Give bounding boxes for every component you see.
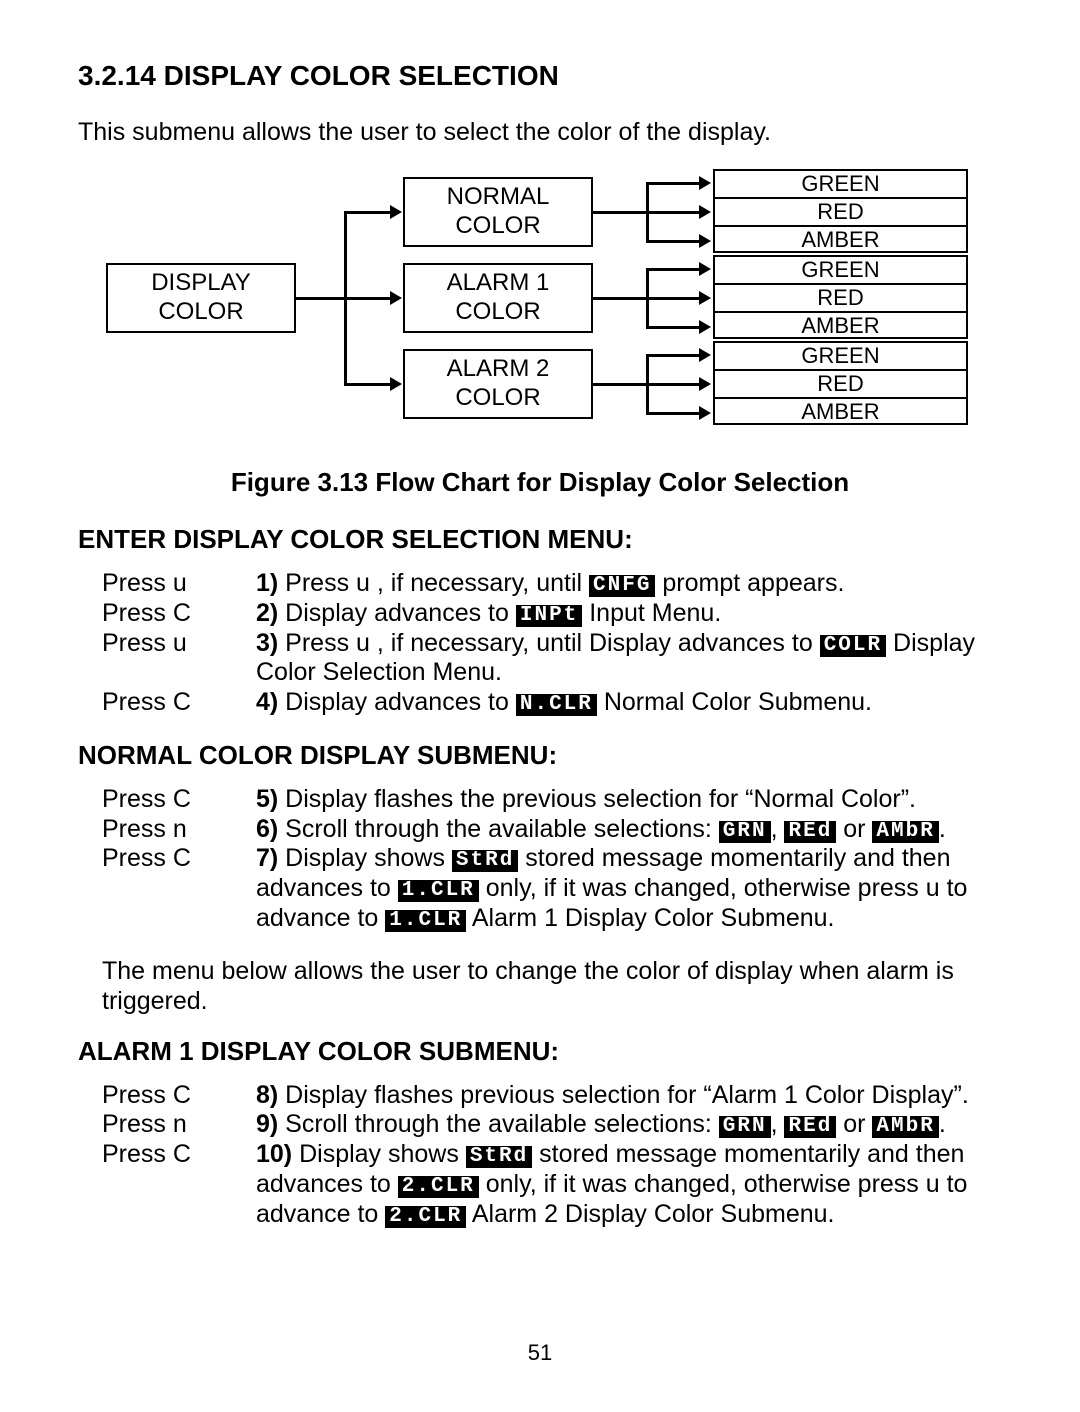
- step-number: 3): [256, 629, 278, 657]
- display-code: StRd: [466, 1146, 532, 1168]
- page-number: 51: [0, 1340, 1080, 1366]
- flow-opt: AMBER: [713, 225, 968, 253]
- step-row: Press C8) Display flashes previous selec…: [102, 1081, 1002, 1111]
- step-body: 9) Scroll through the available selectio…: [256, 1110, 1002, 1140]
- step-row: Press C2) Display advances to INPt Input…: [102, 599, 1002, 629]
- flow-chart: DISPLAY COLOR NORMALCOLOR ALARM 1COLOR A…: [78, 169, 1002, 459]
- step-number: 8): [256, 1081, 278, 1109]
- step-body: 10) Display shows StRd stored message mo…: [256, 1140, 1002, 1229]
- flow-opt: RED: [713, 369, 968, 397]
- step-number: 7): [256, 844, 278, 872]
- menu3-steps: Press C8) Display flashes previous selec…: [102, 1081, 1002, 1230]
- flow-root-line1: DISPLAY: [108, 269, 294, 298]
- step-row: Press C10) Display shows StRd stored mes…: [102, 1140, 1002, 1229]
- step-number: 9): [256, 1110, 278, 1138]
- display-code: INPt: [516, 605, 582, 627]
- step-key: Press u: [102, 569, 256, 599]
- display-code: N.CLR: [516, 694, 597, 716]
- menu2-heading: NORMAL COLOR DISPLAY SUBMENU:: [78, 740, 1002, 771]
- display-code: GRN: [719, 821, 771, 843]
- flow-root-line2: COLOR: [108, 298, 294, 327]
- step-body: 3) Press u , if necessary, until Display…: [256, 629, 1002, 689]
- flow-opt: GREEN: [713, 341, 968, 369]
- step-number: 5): [256, 785, 278, 813]
- display-code: StRd: [452, 850, 518, 872]
- step-key: Press n: [102, 815, 256, 845]
- step-body: 2) Display advances to INPt Input Menu.: [256, 599, 1002, 629]
- menu1-steps: Press u1) Press u , if necessary, until …: [102, 569, 1002, 718]
- step-row: Press C7) Display shows StRd stored mess…: [102, 844, 1002, 933]
- step-number: 2): [256, 599, 278, 627]
- section-heading: DISPLAY COLOR SELECTION: [164, 60, 559, 91]
- step-number: 10): [256, 1140, 292, 1168]
- note-text: The menu below allows the user to change…: [102, 956, 1002, 1016]
- section-title: 3.2.14 DISPLAY COLOR SELECTION: [78, 60, 1002, 92]
- menu3-heading: ALARM 1 DISPLAY COLOR SUBMENU:: [78, 1036, 1002, 1067]
- display-code: 1.CLR: [398, 880, 479, 902]
- display-code: 1.CLR: [385, 910, 466, 932]
- flow-branch-normal: NORMALCOLOR: [403, 177, 593, 247]
- step-row: Press u1) Press u , if necessary, until …: [102, 569, 1002, 599]
- step-row: Press n6) Scroll through the available s…: [102, 815, 1002, 845]
- step-body: 8) Display flashes previous selection fo…: [256, 1081, 1002, 1111]
- step-row: Press n9) Scroll through the available s…: [102, 1110, 1002, 1140]
- step-key: Press C: [102, 785, 256, 815]
- display-code: REd: [784, 821, 836, 843]
- step-body: 4) Display advances to N.CLR Normal Colo…: [256, 688, 1002, 718]
- step-key: Press u: [102, 629, 256, 689]
- step-row: Press C4) Display advances to N.CLR Norm…: [102, 688, 1002, 718]
- step-key: Press C: [102, 599, 256, 629]
- display-code: REd: [784, 1116, 836, 1138]
- flow-options-normal: GREEN RED AMBER: [713, 169, 968, 253]
- menu1-heading: ENTER DISPLAY COLOR SELECTION MENU:: [78, 524, 1002, 555]
- figure-caption: Figure 3.13 Flow Chart for Display Color…: [78, 467, 1002, 498]
- step-key: Press C: [102, 688, 256, 718]
- display-code: 2.CLR: [385, 1206, 466, 1228]
- step-body: 7) Display shows StRd stored message mom…: [256, 844, 1002, 933]
- step-body: 5) Display flashes the previous selectio…: [256, 785, 1002, 815]
- flow-opt: RED: [713, 197, 968, 225]
- display-code: 2.CLR: [398, 1176, 479, 1198]
- step-body: 1) Press u , if necessary, until CNFG pr…: [256, 569, 1002, 599]
- flow-opt: GREEN: [713, 169, 968, 197]
- menu2-steps: Press C5) Display flashes the previous s…: [102, 785, 1002, 934]
- step-key: Press n: [102, 1110, 256, 1140]
- flow-branch-alarm1: ALARM 1COLOR: [403, 263, 593, 333]
- step-key: Press C: [102, 1081, 256, 1111]
- flow-branch-alarm2: ALARM 2COLOR: [403, 349, 593, 419]
- flow-opt: GREEN: [713, 255, 968, 283]
- section-number: 3.2.14: [78, 60, 156, 91]
- flow-root-box: DISPLAY COLOR: [106, 263, 296, 333]
- flow-options-alarm2: GREEN RED AMBER: [713, 341, 968, 425]
- display-code: COLR: [820, 635, 886, 657]
- step-key: Press C: [102, 1140, 256, 1229]
- flow-opt: AMBER: [713, 311, 968, 339]
- display-code: AMbR: [872, 1116, 938, 1138]
- flow-opt: RED: [713, 283, 968, 311]
- step-number: 6): [256, 815, 278, 843]
- display-code: CNFG: [589, 575, 655, 597]
- step-row: Press C5) Display flashes the previous s…: [102, 785, 1002, 815]
- flow-options-alarm1: GREEN RED AMBER: [713, 255, 968, 339]
- step-body: 6) Scroll through the available selectio…: [256, 815, 1002, 845]
- step-row: Press u3) Press u , if necessary, until …: [102, 629, 1002, 689]
- display-code: GRN: [719, 1116, 771, 1138]
- intro-text: This submenu allows the user to select t…: [78, 118, 1002, 147]
- display-code: AMbR: [872, 821, 938, 843]
- flow-opt: AMBER: [713, 397, 968, 425]
- step-number: 4): [256, 688, 278, 716]
- step-number: 1): [256, 569, 278, 597]
- step-key: Press C: [102, 844, 256, 933]
